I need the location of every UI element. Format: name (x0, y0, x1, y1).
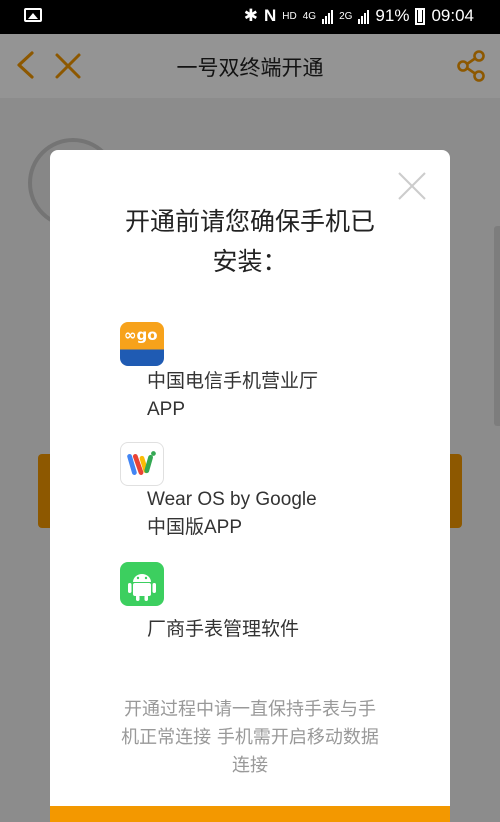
item-label-line-1: Wear OS by Google (147, 489, 317, 510)
connection-notice: 开通过程中请一直保持手表与手 机正常连接 手机需开启移动数据 连接 (90, 696, 410, 780)
china-telecom-app-icon: ∞go (120, 322, 164, 366)
item-label-line-2: 中国版APP (147, 517, 243, 538)
list-item: Wear OS by Google 中国版APP (147, 486, 317, 542)
battery-percent: 91% (375, 6, 410, 25)
4g-label: 4G (302, 10, 317, 22)
heading-line-1: 开通前请您确保手机已 (124, 207, 375, 236)
wear-os-icon (120, 442, 164, 486)
nfc-icon: N (264, 6, 277, 25)
clock: 09:04 (431, 6, 474, 25)
list-item: 中国电信手机营业厅 APP (147, 368, 318, 424)
gallery-icon (24, 8, 42, 22)
dialog-close-icon[interactable] (396, 170, 428, 202)
item-label-line-1: 中国电信手机营业厅 (147, 371, 319, 392)
list-item: 厂商手表管理软件 (147, 616, 299, 644)
notice-line-2: 机正常连接 手机需开启移动数据 (121, 727, 379, 748)
2g-label: 2G (339, 10, 353, 22)
install-requirements-dialog: 开通前请您确保手机已 安装： ∞go 中国电信手机营业厅 APP Wear OS… (50, 150, 450, 822)
bluetooth-icon: ✱ (243, 6, 258, 25)
notice-line-3: 连接 (232, 755, 268, 776)
signal-icon (322, 8, 334, 24)
status-icons: ✱ N HD 4G 2G 91% 09:04 (244, 6, 474, 26)
item-label-line-1: 厂商手表管理软件 (147, 619, 300, 640)
confirm-button[interactable] (50, 806, 450, 822)
android-icon (120, 562, 164, 606)
dialog-heading: 开通前请您确保手机已 安装： (80, 202, 420, 282)
telecom-icon-text: ∞go (124, 326, 158, 344)
signal-icon-2 (358, 8, 370, 24)
status-bar: ✱ N HD 4G 2G 91% 09:04 (0, 0, 500, 34)
battery-icon (415, 7, 426, 25)
item-label-line-2: APP (147, 399, 186, 420)
hd-label: HD (282, 10, 297, 22)
heading-line-2: 安装： (212, 247, 288, 276)
notice-line-1: 开通过程中请一直保持手表与手 (124, 699, 376, 720)
